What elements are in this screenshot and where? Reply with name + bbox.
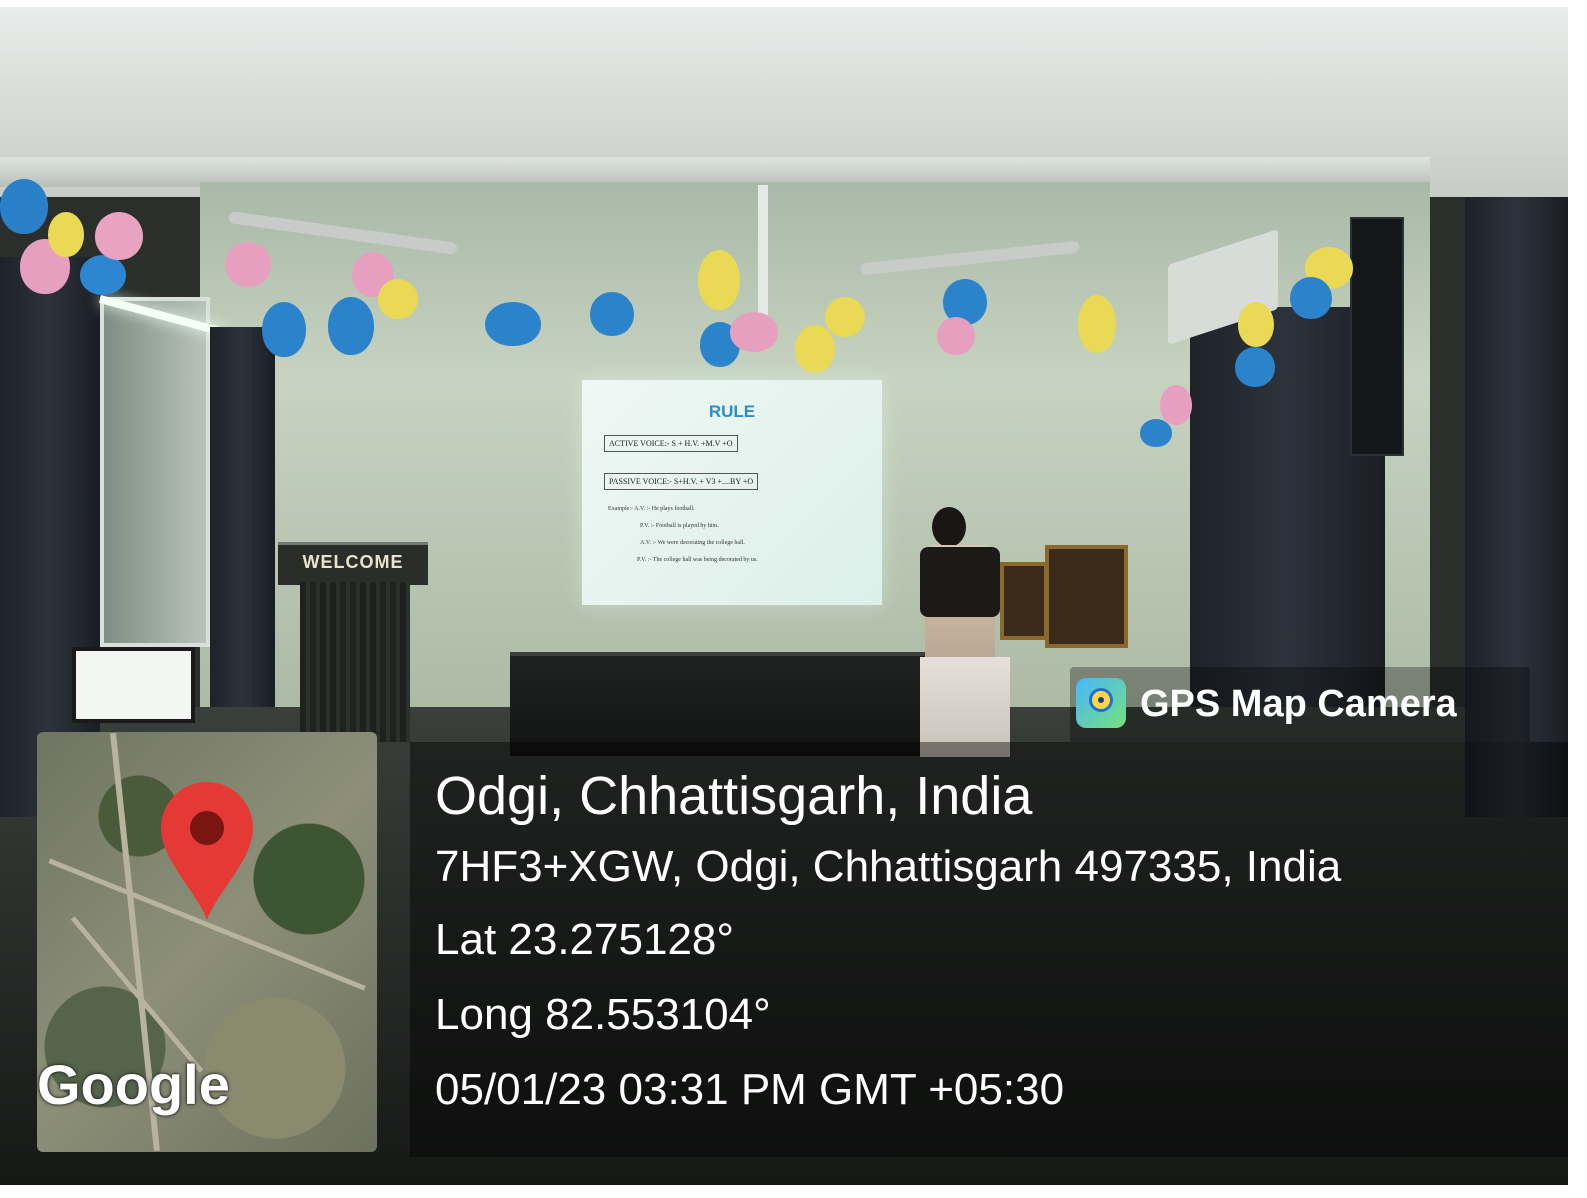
projector-mount xyxy=(758,185,768,315)
location-pin-icon xyxy=(157,782,257,922)
balloon xyxy=(0,179,48,234)
balloon xyxy=(262,302,306,357)
active-voice-rule: ACTIVE VOICE:- S + H.V. +M.V +O xyxy=(604,435,738,452)
gps-brand-bar: GPS Map Camera xyxy=(1070,667,1530,742)
balloon xyxy=(1290,277,1332,319)
latitude: Lat 23.275128° xyxy=(435,915,734,964)
balloon xyxy=(378,279,418,319)
balloon xyxy=(95,212,143,260)
balloon xyxy=(730,312,778,352)
podium-welcome-label: WELCOME xyxy=(302,552,404,572)
slide-title: RULE xyxy=(708,402,756,421)
balloon xyxy=(1078,295,1116,353)
presenter xyxy=(920,507,1010,757)
balloon xyxy=(795,325,835,373)
example-av-2: A.V. :- We were decorating the college h… xyxy=(640,540,745,546)
gps-camera-app-icon xyxy=(1076,678,1126,728)
mini-map: Google xyxy=(37,732,377,1152)
example-pv-1: P.V. :- Football is played by him. xyxy=(640,523,719,529)
balloon xyxy=(80,255,126,295)
balloon xyxy=(1235,347,1275,387)
podium: WELCOME xyxy=(278,542,428,585)
photo-frame: RULE ACTIVE VOICE:- S + H.V. +M.V +O PAS… xyxy=(0,7,1568,1185)
curtain-left-inner xyxy=(210,327,275,707)
balloon xyxy=(698,250,740,310)
balloon xyxy=(1238,302,1274,347)
balloon xyxy=(937,317,975,355)
podium-stand xyxy=(300,582,410,742)
balloon xyxy=(1160,385,1192,425)
balloon xyxy=(485,302,541,346)
location-title: Odgi, Chhattisgarh, India xyxy=(435,766,1033,826)
door xyxy=(100,297,210,647)
table xyxy=(510,652,980,756)
balloon xyxy=(825,297,865,337)
speaker xyxy=(1350,217,1404,456)
balloon xyxy=(48,212,84,257)
balloon xyxy=(1140,419,1172,447)
example-av-1: Example:- A.V. :- He plays football. xyxy=(608,506,695,512)
map-provider-logo: Google xyxy=(37,1053,230,1116)
example-pv-2: P.V. :- The college hall was being decor… xyxy=(637,557,758,563)
longitude: Long 82.553104° xyxy=(435,990,771,1039)
balloon xyxy=(590,292,634,336)
laptop xyxy=(72,647,195,723)
passive-voice-rule: PASSIVE VOICE:- S+H.V. + V3 +....BY +O xyxy=(604,473,759,490)
balloon xyxy=(328,297,374,355)
datetime: 05/01/23 03:31 PM GMT +05:30 xyxy=(435,1065,1065,1114)
address-line: 7HF3+XGW, Odgi, Chhattisgarh 497335, Ind… xyxy=(435,842,1342,891)
projector-screen: RULE ACTIVE VOICE:- S + H.V. +M.V +O PAS… xyxy=(582,380,882,605)
balloon xyxy=(225,242,271,287)
gps-app-name: GPS Map Camera xyxy=(1140,683,1457,725)
wall-portrait xyxy=(1045,545,1128,648)
